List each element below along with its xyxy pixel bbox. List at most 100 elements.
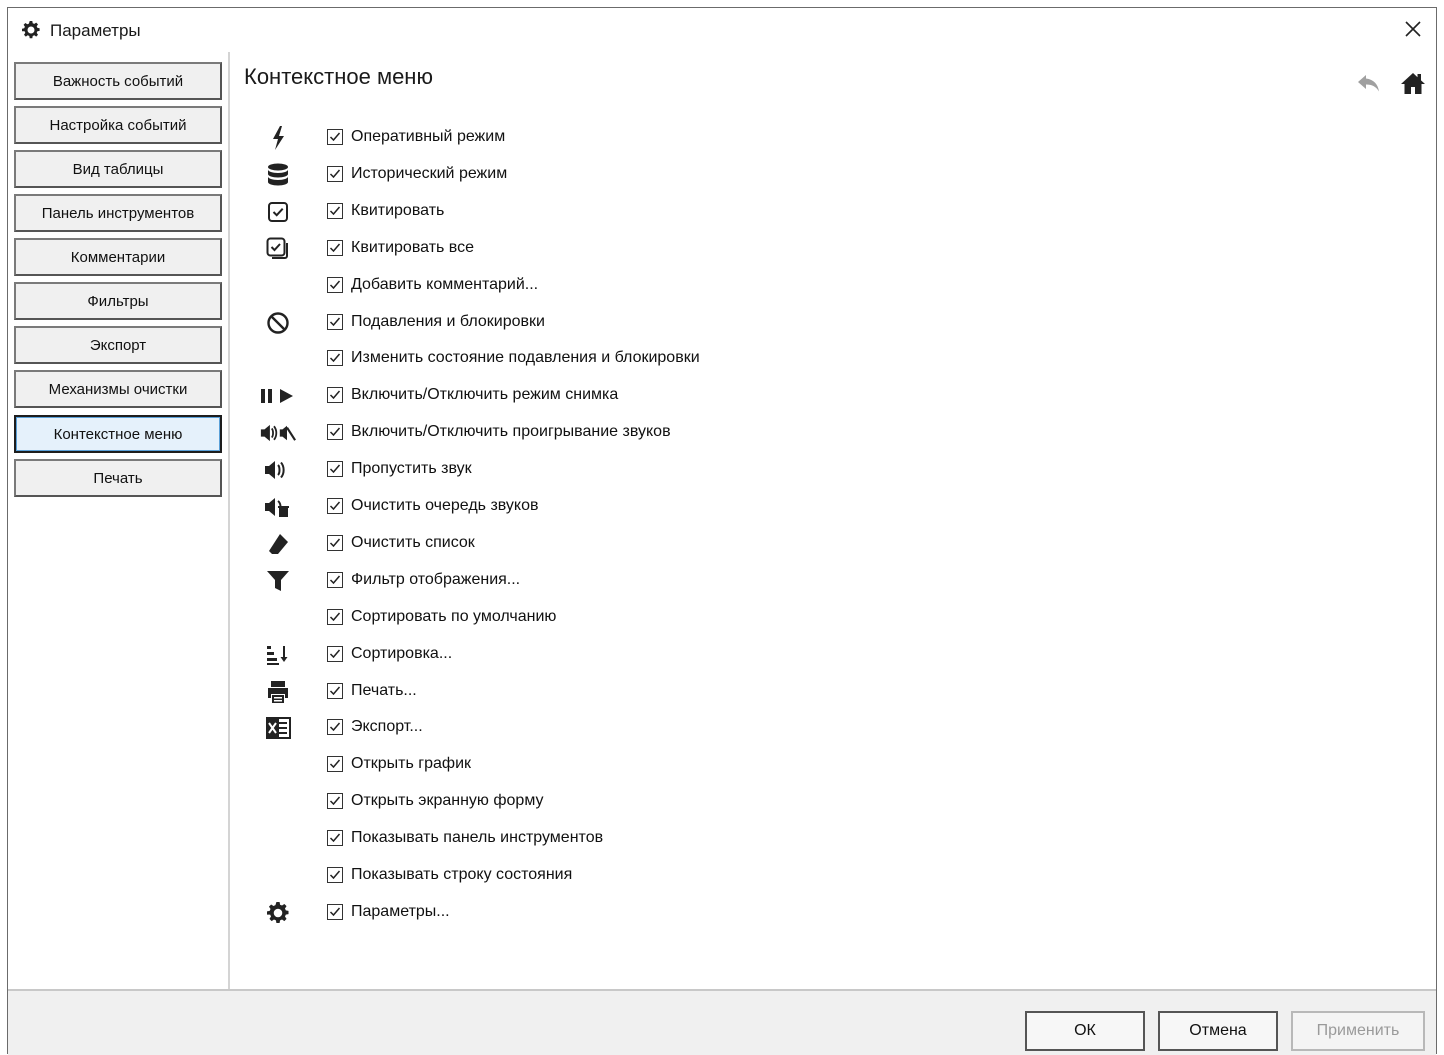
cancel-button[interactable]: Отмена: [1158, 1011, 1278, 1051]
option-row[interactable]: Пропустить звук: [230, 455, 1130, 485]
option-row[interactable]: Открыть экранную форму: [230, 787, 1130, 817]
option-row[interactable]: Квитировать: [230, 197, 1130, 227]
option-checkbox[interactable]: [327, 203, 343, 219]
option-label: Сортировка...: [351, 645, 453, 662]
empty-icon-slot: [260, 789, 296, 815]
option-checkbox[interactable]: [327, 867, 343, 883]
pause-play-icon: [260, 383, 296, 409]
option-row[interactable]: Сортировка...: [230, 640, 1130, 670]
option-row[interactable]: Квитировать все: [230, 234, 1130, 264]
sidebar-item-comments[interactable]: Комментарии: [14, 238, 222, 276]
option-label: Исторический режим: [351, 165, 508, 182]
option-label: Сортировать по умолчанию: [351, 608, 557, 625]
ban-icon: [260, 310, 296, 336]
option-checkbox[interactable]: [327, 129, 343, 145]
option-row[interactable]: Включить/Отключить режим снимка: [230, 381, 1130, 411]
sound-clear-icon: [260, 494, 296, 520]
apply-button[interactable]: Применить: [1291, 1011, 1425, 1051]
window-title: Параметры: [50, 21, 141, 40]
option-row[interactable]: Очистить очередь звуков: [230, 492, 1130, 522]
option-label: Квитировать все: [351, 239, 475, 256]
sidebar-item-export[interactable]: Экспорт: [14, 326, 222, 364]
option-checkbox[interactable]: [327, 646, 343, 662]
option-checkbox[interactable]: [327, 719, 343, 735]
close-icon[interactable]: [1398, 14, 1428, 44]
option-checkbox[interactable]: [327, 166, 343, 182]
home-icon[interactable]: [1400, 70, 1426, 96]
empty-icon-slot: [260, 605, 296, 631]
option-row[interactable]: Показывать строку состояния: [230, 861, 1130, 891]
option-row[interactable]: Открыть график: [230, 750, 1130, 780]
option-label: Открыть график: [351, 755, 472, 772]
sidebar-item-print[interactable]: Печать: [14, 459, 222, 497]
option-checkbox[interactable]: [327, 498, 343, 514]
option-row[interactable]: Оперативный режим: [230, 123, 1130, 153]
option-label: Подавления и блокировки: [351, 313, 545, 330]
option-row[interactable]: Печать...: [230, 677, 1130, 707]
page-title: Контекстное меню: [244, 64, 433, 89]
empty-icon-slot: [260, 346, 296, 372]
option-checkbox[interactable]: [327, 793, 343, 809]
option-checkbox[interactable]: [327, 683, 343, 699]
sidebar: Важность событий Настройка событий Вид т…: [8, 52, 230, 989]
option-row[interactable]: Очистить список: [230, 529, 1130, 559]
dialog-footer: ОК Отмена Применить: [8, 989, 1436, 1055]
option-checkbox[interactable]: [327, 424, 343, 440]
settings-window: Параметры Важность событий Настройка соб…: [7, 7, 1437, 1055]
empty-icon-slot: [260, 752, 296, 778]
option-row[interactable]: Фильтр отображения...: [230, 566, 1130, 596]
option-checkbox[interactable]: [327, 461, 343, 477]
check-all-icon: [260, 236, 296, 262]
option-label: Включить/Отключить проигрывание звуков: [351, 423, 671, 440]
excel-icon: [260, 715, 296, 741]
option-label: Фильтр отображения...: [351, 571, 521, 588]
option-label: Печать...: [351, 682, 417, 699]
option-label: Включить/Отключить режим снимка: [351, 386, 619, 403]
gear-icon: [22, 21, 40, 39]
option-checkbox[interactable]: [327, 830, 343, 846]
database-icon: [260, 162, 296, 188]
sound-skip-icon: [260, 457, 296, 483]
ok-button[interactable]: ОК: [1025, 1011, 1145, 1051]
option-checkbox[interactable]: [327, 535, 343, 551]
option-checkbox[interactable]: [327, 314, 343, 330]
check-square-icon: [260, 199, 296, 225]
option-checkbox[interactable]: [327, 277, 343, 293]
option-checkbox[interactable]: [327, 572, 343, 588]
sort-icon: [260, 642, 296, 668]
option-row[interactable]: Изменить состояние подавления и блокиров…: [230, 344, 1130, 374]
sidebar-item-table-view[interactable]: Вид таблицы: [14, 150, 222, 188]
option-row[interactable]: Исторический режим: [230, 160, 1130, 190]
option-checkbox[interactable]: [327, 350, 343, 366]
option-checkbox[interactable]: [327, 904, 343, 920]
option-checkbox[interactable]: [327, 756, 343, 772]
option-label: Квитировать: [351, 202, 445, 219]
option-checkbox[interactable]: [327, 387, 343, 403]
option-checkbox[interactable]: [327, 609, 343, 625]
option-row[interactable]: Включить/Отключить проигрывание звуков: [230, 418, 1130, 448]
eraser-icon: [260, 531, 296, 557]
option-row[interactable]: Параметры...: [230, 898, 1130, 928]
option-row[interactable]: Показывать панель инструментов: [230, 824, 1130, 854]
sound-toggle-icon: [260, 420, 296, 446]
sidebar-item-filters[interactable]: Фильтры: [14, 282, 222, 320]
option-label: Очистить список: [351, 534, 475, 551]
option-label: Параметры...: [351, 903, 450, 920]
sidebar-item-event-importance[interactable]: Важность событий: [14, 62, 222, 100]
option-label: Добавить комментарий...: [351, 276, 539, 293]
sidebar-item-cleanup[interactable]: Механизмы очистки: [14, 370, 222, 408]
option-row[interactable]: Сортировать по умолчанию: [230, 603, 1130, 633]
option-row[interactable]: Экспорт...: [230, 713, 1130, 743]
lightning-icon: [260, 125, 296, 151]
sidebar-item-toolbar[interactable]: Панель инструментов: [14, 194, 222, 232]
sidebar-item-event-settings[interactable]: Настройка событий: [14, 106, 222, 144]
option-row[interactable]: Добавить комментарий...: [230, 271, 1130, 301]
option-label: Очистить очередь звуков: [351, 497, 539, 514]
option-label: Изменить состояние подавления и блокиров…: [351, 349, 700, 366]
empty-icon-slot: [260, 826, 296, 852]
undo-icon[interactable]: [1356, 70, 1382, 96]
option-row[interactable]: Подавления и блокировки: [230, 308, 1130, 338]
sidebar-item-context-menu[interactable]: Контекстное меню: [14, 415, 222, 453]
empty-icon-slot: [260, 273, 296, 299]
option-checkbox[interactable]: [327, 240, 343, 256]
